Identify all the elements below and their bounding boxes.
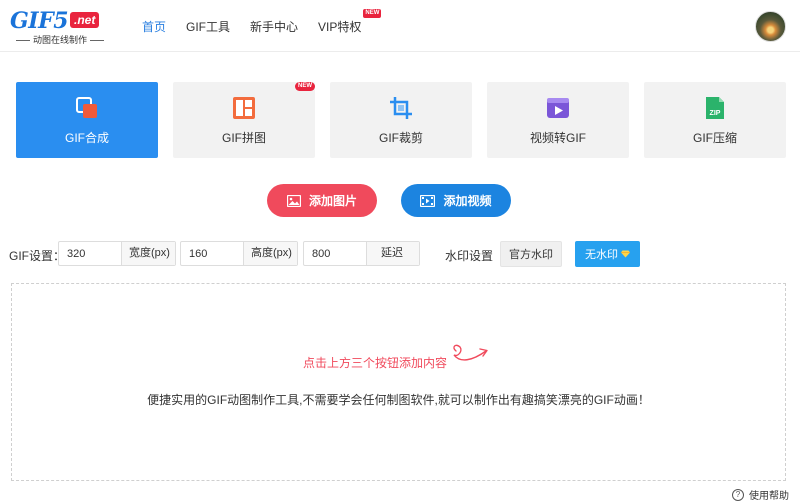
zip-icon-text: ZIP bbox=[710, 110, 721, 117]
logo-subtitle: 动图在线制作 bbox=[10, 33, 110, 46]
help-icon: ? bbox=[732, 488, 744, 501]
nav-item-gif-tools[interactable]: GIF工具 bbox=[186, 18, 230, 35]
height-input[interactable] bbox=[181, 242, 243, 265]
user-avatar[interactable] bbox=[755, 11, 786, 42]
nav-item-home[interactable]: 首页 bbox=[142, 18, 166, 35]
dropzone-hint: 点击上方三个按钮添加内容 bbox=[303, 356, 448, 370]
tool-label: GIF拼图 bbox=[222, 130, 266, 145]
add-video-label: 添加视频 bbox=[443, 194, 492, 208]
site-logo[interactable]: GIF5 .net 动图在线制作 bbox=[10, 8, 110, 46]
help-link[interactable]: ? 使用帮助 bbox=[732, 487, 789, 502]
height-field: 高度(px) bbox=[180, 241, 298, 266]
gif-settings: GIF设置： 宽度(px) 高度(px) 延迟 水印设置 官方水印 无水印 bbox=[9, 241, 789, 267]
image-icon bbox=[286, 194, 301, 207]
width-input[interactable] bbox=[59, 242, 121, 265]
width-unit: 宽度(px) bbox=[121, 242, 175, 265]
tool-label: GIF裁剪 bbox=[379, 130, 423, 145]
add-image-button[interactable]: 添加图片 bbox=[267, 184, 377, 217]
nav-item-beginner-center[interactable]: 新手中心 bbox=[250, 18, 298, 35]
tool-video-to-gif[interactable]: 视频转GIF bbox=[487, 82, 629, 158]
logo-net-badge: .net bbox=[70, 12, 100, 28]
height-unit: 高度(px) bbox=[243, 242, 297, 265]
watermark-label: 水印设置 bbox=[445, 249, 494, 263]
official-watermark-button[interactable]: 官方水印 bbox=[500, 241, 562, 267]
add-image-label: 添加图片 bbox=[308, 194, 357, 208]
zip-icon: ZIP bbox=[706, 96, 724, 119]
delay-unit: 延迟 bbox=[366, 242, 419, 265]
main-nav: 首页 GIF工具 新手中心 VIP特权 NEW bbox=[132, 0, 382, 52]
crop-icon bbox=[390, 96, 412, 119]
tool-gif-compose[interactable]: GIF合成 bbox=[16, 82, 158, 158]
no-watermark-button[interactable]: 无水印 bbox=[575, 241, 640, 267]
nav-item-vip-label: VIP特权 bbox=[318, 19, 362, 34]
delay-field: 延迟 bbox=[303, 241, 420, 266]
curly-arrow-icon bbox=[453, 344, 488, 361]
film-icon bbox=[420, 194, 436, 207]
width-field: 宽度(px) bbox=[58, 241, 176, 266]
no-watermark-label: 无水印 bbox=[585, 249, 618, 261]
upload-dropzone[interactable]: 点击上方三个按钮添加内容 便捷实用的GIF动图制作工具,不需要学会任何制图软件,… bbox=[11, 283, 786, 481]
help-label: 使用帮助 bbox=[749, 491, 789, 502]
collage-icon bbox=[233, 96, 255, 119]
video-icon bbox=[547, 97, 569, 118]
tool-label: GIF压缩 bbox=[693, 130, 737, 145]
tool-label: 视频转GIF bbox=[530, 130, 586, 145]
dropzone-description: 便捷实用的GIF动图制作工具,不需要学会任何制图软件,就可以制作出有趣搞笑漂亮的… bbox=[147, 393, 650, 407]
tool-gif-crop[interactable]: GIF裁剪 bbox=[330, 82, 472, 158]
vip-new-badge: NEW bbox=[363, 8, 382, 18]
tool-label: GIF合成 bbox=[65, 130, 109, 145]
gif-settings-label: GIF设置： bbox=[9, 249, 65, 263]
add-video-button[interactable]: 添加视频 bbox=[401, 184, 511, 217]
delay-input[interactable] bbox=[304, 242, 366, 265]
layers-icon bbox=[76, 96, 97, 118]
tool-gif-collage[interactable]: NEW GIF拼图 bbox=[173, 82, 315, 158]
top-header: GIF5 .net 动图在线制作 首页 GIF工具 新手中心 VIP特权 NEW bbox=[0, 0, 800, 52]
logo-text: GIF5 bbox=[10, 8, 69, 34]
tool-gif-compress[interactable]: ZIP GIF压缩 bbox=[644, 82, 786, 158]
add-actions: 添加图片 添加视频 bbox=[267, 184, 511, 217]
diamond-icon bbox=[621, 250, 630, 258]
new-badge: NEW bbox=[295, 82, 315, 91]
tool-cards: GIF合成 NEW GIF拼图 GIF裁剪 视频转GIF ZIP GIF压缩 bbox=[16, 82, 786, 158]
nav-item-vip[interactable]: VIP特权 NEW bbox=[318, 8, 382, 35]
